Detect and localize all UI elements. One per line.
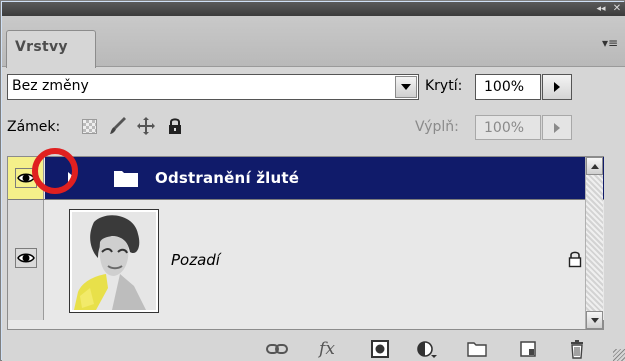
layer-name[interactable]: Pozadí [171, 251, 220, 269]
tab-strip: Vrstvy ▾≡ [2, 16, 625, 68]
tab-layers[interactable]: Vrstvy [6, 30, 96, 68]
visibility-cell[interactable] [8, 200, 44, 320]
layer-row-group[interactable]: Odstranění žluté [8, 157, 604, 200]
layer-thumbnail[interactable] [69, 209, 159, 313]
chevron-down-icon[interactable] [395, 76, 417, 98]
mask-icon[interactable] [367, 338, 393, 360]
group-layer-selected[interactable]: Odstranění žluté [45, 157, 604, 199]
resize-grip-icon[interactable] [613, 349, 625, 361]
fx-icon[interactable]: fx [314, 338, 340, 360]
lock-icon [567, 250, 583, 268]
move-icon[interactable] [136, 115, 156, 137]
collapse-panel-button[interactable]: ◂◂ [593, 3, 609, 15]
lock-icon[interactable] [167, 117, 183, 135]
fill-field[interactable]: 100% [475, 115, 541, 140]
scroll-down-arrow-icon[interactable] [586, 311, 603, 329]
layer-row-background[interactable]: Pozadí [8, 200, 604, 320]
fx-label: fx [319, 339, 335, 359]
close-panel-button[interactable]: ✕ [610, 3, 624, 15]
layer-list: Odstranění žluté Pozadí [7, 156, 604, 330]
layers-panel-window: ◂◂ ✕ Vrstvy ▾≡ Bez změny Krytí: 100% Zám… [0, 0, 625, 361]
panel-menu-icon[interactable]: ▾≡ [601, 36, 619, 50]
link-icon[interactable] [264, 338, 290, 360]
annotation-highlight-circle [32, 148, 78, 194]
opacity-field[interactable]: 100% [475, 74, 541, 100]
opacity-slider-button[interactable] [542, 74, 572, 100]
eye-icon[interactable] [15, 248, 37, 268]
panel-titlebar: ◂◂ ✕ [2, 2, 625, 16]
blend-mode-select[interactable]: Bez změny [7, 74, 419, 100]
brush-icon[interactable] [108, 115, 128, 137]
scrollbar[interactable] [585, 157, 603, 329]
fill-label: Výplň: [415, 119, 459, 135]
new-layer-icon[interactable] [515, 338, 541, 360]
new-group-icon[interactable] [464, 338, 490, 360]
fill-slider-button[interactable] [542, 115, 572, 140]
opacity-label: Krytí: [425, 78, 463, 94]
blend-mode-value: Bez změny [12, 78, 89, 94]
adjustment-layer-icon[interactable] [414, 338, 440, 360]
lock-label: Zámek: [7, 119, 61, 135]
folder-icon [113, 168, 139, 188]
layers-toolbar: fx [2, 336, 625, 361]
layer-name[interactable]: Odstranění žluté [155, 169, 299, 187]
lock-transparent-pixels-icon[interactable] [82, 119, 97, 134]
trash-icon[interactable] [564, 338, 590, 360]
scroll-up-arrow-icon[interactable] [586, 157, 603, 175]
layers-panel: Vrstvy ▾≡ Bez změny Krytí: 100% Zámek: V… [2, 16, 625, 361]
